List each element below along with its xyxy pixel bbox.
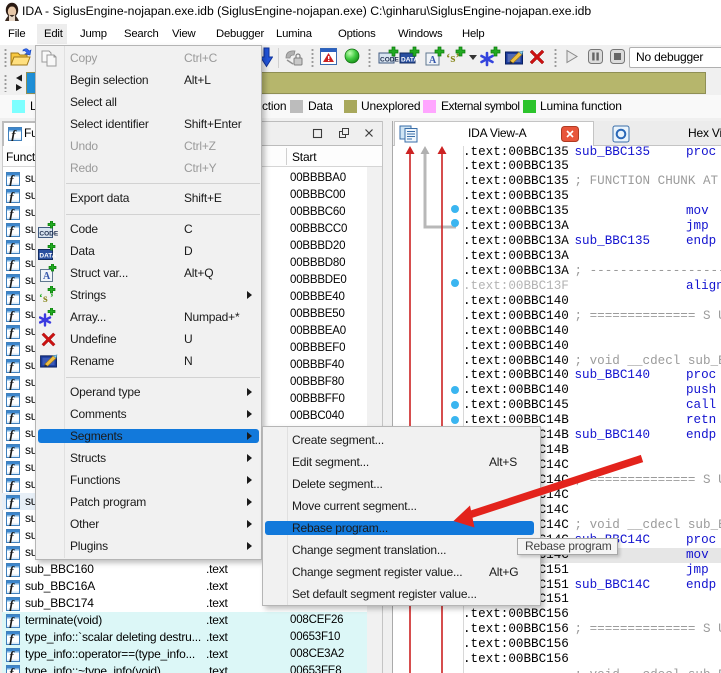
- svg-text:CODE: CODE: [380, 57, 399, 64]
- svg-text:DATA: DATA: [39, 253, 56, 260]
- svg-text:DATA: DATA: [401, 57, 418, 64]
- svg-text:A: A: [43, 271, 51, 282]
- svg-text:A: A: [429, 55, 437, 66]
- svg-text:s: s: [43, 291, 48, 305]
- svg-text:’: ’: [50, 292, 54, 304]
- svg-text:CODE: CODE: [39, 231, 58, 238]
